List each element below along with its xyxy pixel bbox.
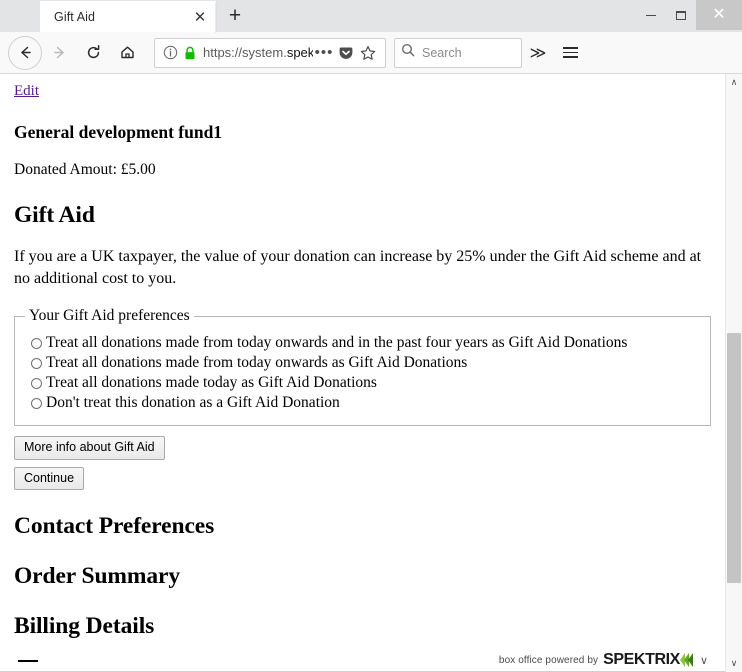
reload-icon [85,44,102,61]
web-page-content: Edit General development fund1 Donated A… [0,74,725,672]
maximize-button[interactable] [666,0,696,30]
forward-button [42,36,76,70]
window-controls: ✕ [636,0,742,30]
gift-aid-option-row[interactable]: Don't treat this donation as a Gift Aid … [31,394,700,412]
bookmark-star-icon[interactable] [357,40,379,66]
search-icon [401,43,415,62]
address-bar[interactable]: https://system.spektrix.com ••• [154,37,386,68]
maximize-icon [676,10,686,20]
tab-strip-lead-space [0,0,40,32]
gift-aid-option-label: Treat all donations made from today onwa… [46,354,468,372]
continue-button[interactable]: Continue [14,466,85,491]
section-divider-dash [18,660,38,663]
contact-preferences-heading: Contact Preferences [14,513,215,540]
donated-amount-text: Donated Amout: £5.00 [14,161,156,178]
minimize-button[interactable] [636,0,666,30]
reload-button[interactable] [76,36,110,70]
tab-strip: Gift Aid ✕ + ✕ [0,0,742,33]
home-button[interactable] [110,36,144,70]
edit-link[interactable]: Edit [14,83,39,100]
search-input-placeholder: Search [422,45,462,60]
home-icon [119,44,136,61]
gift-aid-heading: Gift Aid [14,202,95,228]
spektrix-logo: SPEKTRIX [603,652,693,668]
close-window-icon: ✕ [712,6,726,23]
fund-title: General development fund1 [14,122,223,142]
vertical-scrollbar[interactable]: ∧ ∨ [725,74,742,672]
chevron-mark [687,653,693,667]
order-summary-heading: Order Summary [14,563,181,590]
pocket-icon[interactable] [335,40,357,66]
app-menu-button[interactable] [554,36,586,70]
menu-icon-bar [562,56,578,58]
arrow-right-icon [51,44,68,61]
spektrix-chevron-icon [679,653,693,667]
browser-window: Gift Aid ✕ + ✕ https://system.spek ••• S… [0,0,742,672]
gift-aid-option-row[interactable]: Treat all donations made from today onwa… [31,354,700,372]
menu-icon-bar [562,47,578,49]
scrollbar-thumb[interactable] [727,333,741,583]
billing-details-heading: Billing Details [14,613,155,640]
spektrix-wordmark: SPEKTRIX [603,651,680,668]
gift-aid-description: If you are a UK taxpayer, the value of y… [14,248,702,287]
gift-aid-option-label: Treat all donations made today as Gift A… [46,374,377,392]
page-actions-icon[interactable]: ••• [313,40,335,66]
close-window-button[interactable]: ✕ [696,0,742,30]
browser-viewport: Edit General development fund1 Donated A… [0,74,742,672]
powered-by-text: box office powered by [498,654,599,666]
search-bar[interactable]: Search [394,37,522,68]
close-icon[interactable]: ✕ [187,4,213,30]
navigation-toolbar: https://system.spektrix.com ••• Search ≫ [0,32,742,74]
fieldset-legend: Your Gift Aid preferences [29,307,190,325]
tab-edge-shadow [215,2,217,33]
url-text: https://system.spektrix.com [203,45,313,60]
spektrix-branding: box office powered by SPEKTRIX ∨ [492,649,708,671]
site-info-icon[interactable] [163,45,178,60]
url-domain: spektrix.com [286,45,313,60]
gift-aid-option-row[interactable]: Treat all donations made today as Gift A… [31,374,700,392]
arrow-left-icon [17,44,34,61]
lock-icon [184,46,196,60]
more-info-button[interactable]: More info about Gift Aid [14,436,165,460]
overflow-menu-button[interactable]: ≫ [522,36,554,70]
minimize-icon [646,14,656,16]
radio-button-icon[interactable] [31,377,42,389]
menu-icon-bar [562,51,578,54]
chevron-down-icon[interactable]: ∨ [700,654,708,667]
gift-aid-option-label: Don't treat this donation as a Gift Aid … [46,394,340,412]
url-prefix: https://system. [203,45,287,60]
radio-button-icon[interactable] [31,337,42,349]
tab-title: Gift Aid [54,10,96,24]
new-tab-button[interactable]: + [216,1,254,32]
gift-aid-option-row[interactable]: Treat all donations made from today onwa… [31,334,700,352]
scroll-down-arrow-icon[interactable]: ∨ [726,655,742,672]
gift-aid-option-label: Treat all donations made from today onwa… [46,334,628,352]
scroll-up-arrow-icon[interactable]: ∧ [726,74,742,91]
browser-tab-gift-aid[interactable]: Gift Aid ✕ [40,1,217,33]
back-button[interactable] [8,35,42,70]
radio-button-icon[interactable] [31,357,42,369]
radio-button-icon[interactable] [31,397,42,409]
gift-aid-preferences-fieldset: Your Gift Aid preferences Treat all dona… [14,307,711,427]
